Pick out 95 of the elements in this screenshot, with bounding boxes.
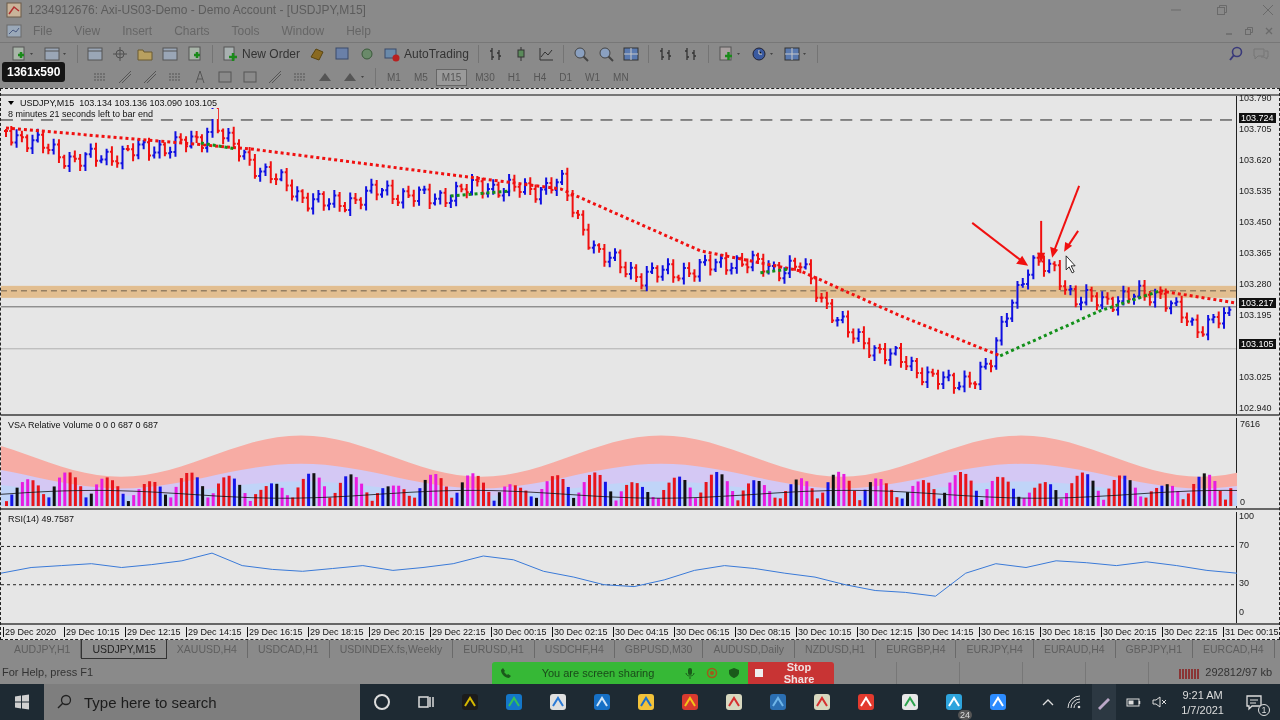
time-tick-label: 29 Dec 18:15	[308, 626, 369, 637]
rsi-tick-label: 30	[1239, 578, 1249, 589]
chart-add-icon[interactable]	[10, 45, 36, 64]
time-tick-label: 29 Dec 14:15	[186, 626, 247, 637]
price-line-label: 103.724	[1239, 113, 1276, 124]
price-tick-label: 103.450	[1239, 217, 1272, 227]
price-tick-label: 103.620	[1239, 155, 1272, 165]
price-tick-label: 103.790	[1239, 93, 1272, 103]
shield-icon[interactable]	[728, 667, 740, 679]
record-icon[interactable]	[706, 667, 718, 679]
mouse-cursor-icon	[1065, 255, 1076, 274]
pen-icon[interactable]	[1092, 684, 1117, 720]
volume-tick-label: 0	[1239, 496, 1246, 507]
chart-tab[interactable]: USDJPY,M15	[81, 640, 167, 659]
stop-icon	[754, 668, 764, 678]
chart-window-icon[interactable]	[6, 22, 22, 39]
arrow	[1037, 219, 1046, 263]
search-icon	[56, 694, 72, 710]
collapse-triangle-icon[interactable]	[7, 99, 15, 107]
indicators-icon[interactable]	[716, 45, 743, 64]
tile-windows-icon[interactable]	[621, 45, 640, 64]
time-tick-label: 30 Dec 02:15	[552, 626, 613, 637]
rsi-indicator-label: RSI(14) 49.7587	[7, 513, 76, 524]
zoom-out-icon[interactable]	[596, 45, 615, 64]
price-tick-label: 102.940	[1239, 403, 1272, 413]
clock-date[interactable]: 1/7/2021	[1181, 703, 1224, 716]
cortana-circle-icon[interactable]	[372, 692, 392, 712]
document-zoom-icon[interactable]	[186, 45, 204, 64]
time-tick-label: 29 Dec 22:15	[430, 626, 491, 637]
new-order-button[interactable]: New Order	[219, 43, 303, 66]
time-tick-label: 29 Dec 16:15	[247, 626, 308, 637]
time-tick-label: 29 Dec 2020	[3, 626, 64, 637]
app-logo-icon	[6, 1, 22, 18]
time-tick-label: 30 Dec 06:15	[674, 626, 735, 637]
clock-icon[interactable]	[749, 45, 776, 64]
price-tick-label: 103.025	[1239, 372, 1272, 382]
time-tick-label: 30 Dec 16:15	[979, 626, 1040, 637]
wifi-icon[interactable]	[1066, 694, 1083, 710]
close-icon[interactable]	[1262, 3, 1274, 16]
time-tick-label: 30 Dec 22:15	[1162, 626, 1223, 637]
time-tick-label: 29 Dec 12:15	[125, 626, 186, 637]
price-line-label: 103.217	[1239, 297, 1276, 308]
rsi-tick-label: 0	[1239, 607, 1244, 618]
close-icon[interactable]	[1264, 25, 1274, 36]
time-tick-label: 30 Dec 04:15	[613, 626, 674, 637]
time-tick-label: 29 Dec 20:15	[369, 626, 430, 637]
status-help-text: For Help, press F1	[1, 665, 95, 680]
document-plus-icon	[222, 46, 238, 63]
phone-icon	[500, 667, 512, 679]
rsi-tick-label: 70	[1239, 540, 1249, 551]
restore-icon[interactable]	[1216, 3, 1228, 16]
clock-time[interactable]: 9:21 AM	[1182, 688, 1223, 701]
unread-count-badge: 24	[958, 710, 972, 720]
time-tick-label: 30 Dec 00:15	[491, 626, 552, 637]
restore-icon[interactable]	[1244, 25, 1254, 36]
navigator-icon[interactable]	[86, 45, 104, 64]
crosshair-icon[interactable]	[111, 45, 129, 64]
time-tick-label: 30 Dec 18:15	[1040, 626, 1101, 637]
timeframe-button[interactable]: M15	[435, 68, 468, 86]
auto-trading-button[interactable]: AutoTrading	[381, 43, 472, 66]
time-tick-label: 30 Dec 12:15	[857, 626, 918, 637]
window-icon[interactable]	[161, 45, 179, 64]
volume-tick-label: 7616	[1239, 418, 1262, 429]
time-tick-label: 30 Dec 20:15	[1101, 626, 1162, 637]
price-tick-label: 103.535	[1239, 186, 1272, 196]
notification-count-badge: 1	[1258, 704, 1270, 716]
price-line-label: 103.105	[1239, 338, 1276, 349]
price-tick-label: 103.280	[1239, 279, 1272, 289]
taskbar-search-field[interactable]: Type here to search	[44, 684, 360, 720]
speaker-muted-icon[interactable]	[1152, 694, 1169, 710]
microphone-icon[interactable]	[684, 667, 696, 679]
arrow	[971, 221, 1029, 266]
time-tick-label: 30 Dec 14:15	[918, 626, 979, 637]
price-tick-label: 103.195	[1239, 310, 1272, 320]
chart-symbol-info: USDJPY,M15 103.134 103.136 103.090 103.105	[19, 98, 218, 108]
screen-share-message: You are screen sharing	[540, 667, 656, 679]
size-tooltip: 1361x590	[2, 62, 66, 83]
rsi-tick-label: 100	[1239, 511, 1255, 522]
memory-status-text: 292812/97 kb	[1204, 665, 1273, 680]
time-tick-label: 31 Dec 00:15	[1223, 626, 1280, 637]
price-tick-label: 103.365	[1239, 248, 1272, 258]
monitor-icon	[384, 46, 400, 63]
notification-icon[interactable]	[1244, 692, 1264, 712]
zoom-in-icon[interactable]	[571, 45, 590, 64]
profiles-icon[interactable]	[43, 45, 69, 64]
time-tick-label: 30 Dec 08:15	[735, 626, 796, 637]
time-tick-label: 29 Dec 10:15	[64, 626, 125, 637]
line-chart-icon[interactable]	[536, 45, 555, 64]
connection-bars-icon	[1179, 667, 1202, 679]
price-tick-label: 103.705	[1239, 124, 1272, 134]
stop-share-button[interactable]: Stop Share	[748, 662, 834, 684]
template-icon[interactable]	[782, 45, 809, 64]
time-tick-label: 30 Dec 10:15	[796, 626, 857, 637]
volume-indicator-label: VSA Relative Volume 0 0 0 687 0 687	[7, 419, 160, 430]
bar-timer-text: 8 minutes 21 seconds left to bar end	[7, 109, 218, 119]
